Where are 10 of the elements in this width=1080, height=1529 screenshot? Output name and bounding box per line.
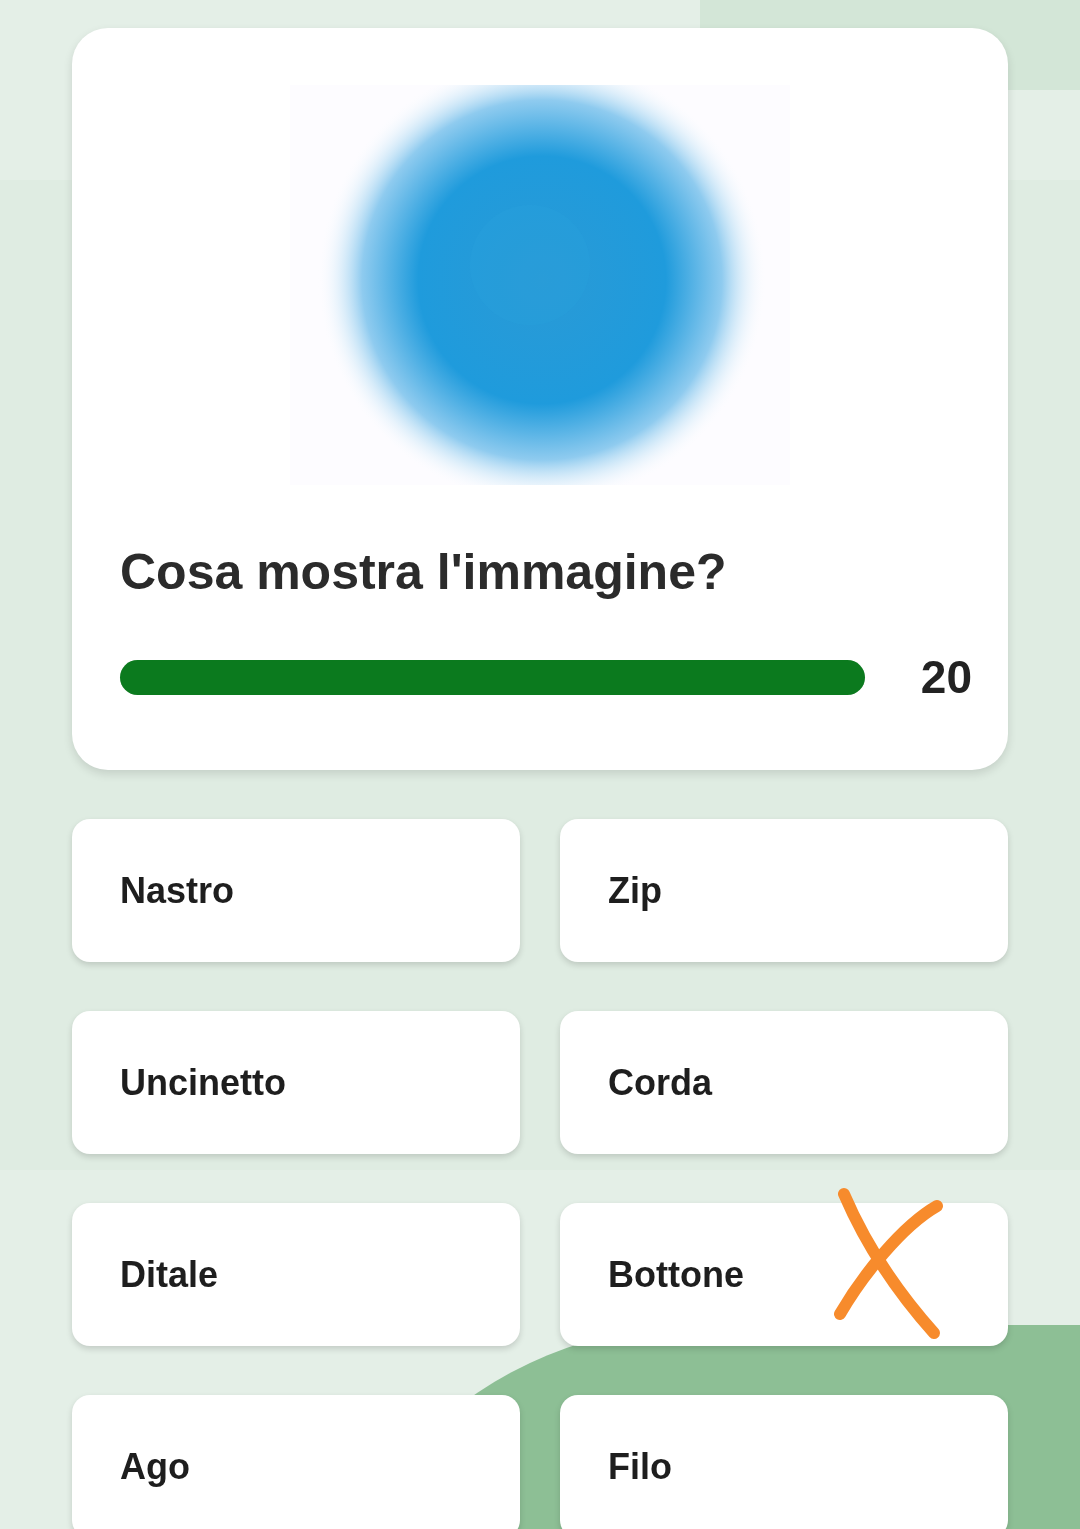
answer-option[interactable]: Nastro: [72, 819, 520, 962]
timer-count: 20: [920, 650, 972, 705]
answer-option[interactable]: Uncinetto: [72, 1011, 520, 1154]
answer-option[interactable]: Filo: [560, 1395, 1008, 1529]
answer-option[interactable]: Ditale: [72, 1203, 520, 1346]
question-text: Cosa mostra l'immagine?: [120, 547, 727, 597]
answer-option[interactable]: Bottone: [560, 1203, 1008, 1346]
answer-option[interactable]: Zip: [560, 819, 1008, 962]
answer-option[interactable]: Ago: [72, 1395, 520, 1529]
answer-option[interactable]: Corda: [560, 1011, 1008, 1154]
